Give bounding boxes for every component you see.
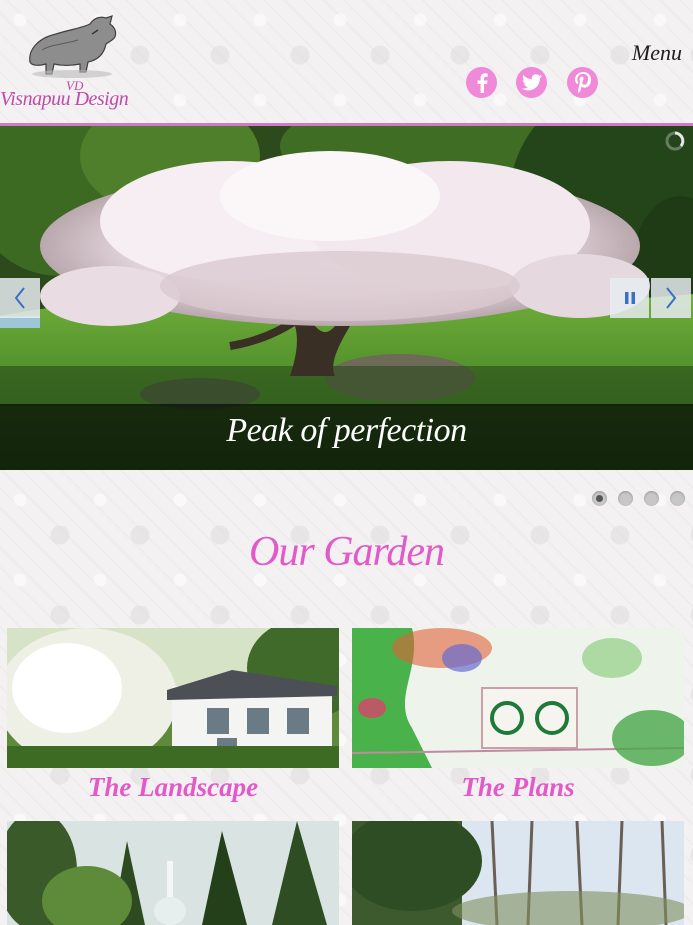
boar-logo-icon bbox=[29, 15, 117, 78]
plans-thumbnail[interactable] bbox=[352, 628, 684, 768]
pinterest-icon bbox=[574, 71, 591, 93]
site-header: VD Visnapuu Design Menu bbox=[0, 0, 693, 124]
woodland-thumbnail[interactable] bbox=[352, 821, 684, 925]
slide-timer-icon bbox=[665, 131, 685, 151]
landscape-thumbnail[interactable] bbox=[7, 628, 339, 768]
twitter-link[interactable] bbox=[516, 67, 547, 98]
hero-slider[interactable]: Peak of perfection bbox=[0, 126, 693, 470]
slide-dot-3[interactable] bbox=[644, 491, 659, 506]
slide-dot-4[interactable] bbox=[670, 491, 685, 506]
section-title: Our Garden bbox=[249, 529, 445, 575]
chevron-left-icon bbox=[14, 287, 25, 309]
fountain-thumbnail[interactable] bbox=[7, 821, 339, 925]
prev-slide-button[interactable] bbox=[0, 278, 40, 318]
gallery-card-plans[interactable]: The Plans bbox=[352, 628, 684, 808]
facebook-icon bbox=[477, 72, 488, 93]
pause-slideshow-button[interactable] bbox=[610, 278, 649, 318]
slide-dot-2[interactable] bbox=[618, 491, 633, 506]
slide-caption: Peak of perfection bbox=[226, 412, 467, 449]
gallery-card-4[interactable] bbox=[352, 821, 684, 925]
gallery-card-landscape[interactable]: The Landscape bbox=[7, 628, 339, 808]
facebook-link[interactable] bbox=[466, 67, 497, 98]
card-label-plans[interactable]: The Plans bbox=[352, 772, 684, 803]
gallery-card-3[interactable] bbox=[7, 821, 339, 925]
pinterest-link[interactable] bbox=[567, 67, 598, 98]
pause-icon bbox=[624, 292, 635, 304]
chevron-right-icon bbox=[666, 287, 677, 309]
slide-dot-1[interactable] bbox=[592, 491, 607, 506]
logo-wordmark: Visnapuu Design bbox=[0, 88, 129, 110]
next-slide-button[interactable] bbox=[651, 278, 691, 318]
menu-button[interactable]: Menu bbox=[632, 40, 682, 66]
card-label-landscape[interactable]: The Landscape bbox=[7, 772, 339, 803]
twitter-icon bbox=[521, 74, 542, 91]
site-logo[interactable]: VD Visnapuu Design bbox=[0, 6, 160, 118]
